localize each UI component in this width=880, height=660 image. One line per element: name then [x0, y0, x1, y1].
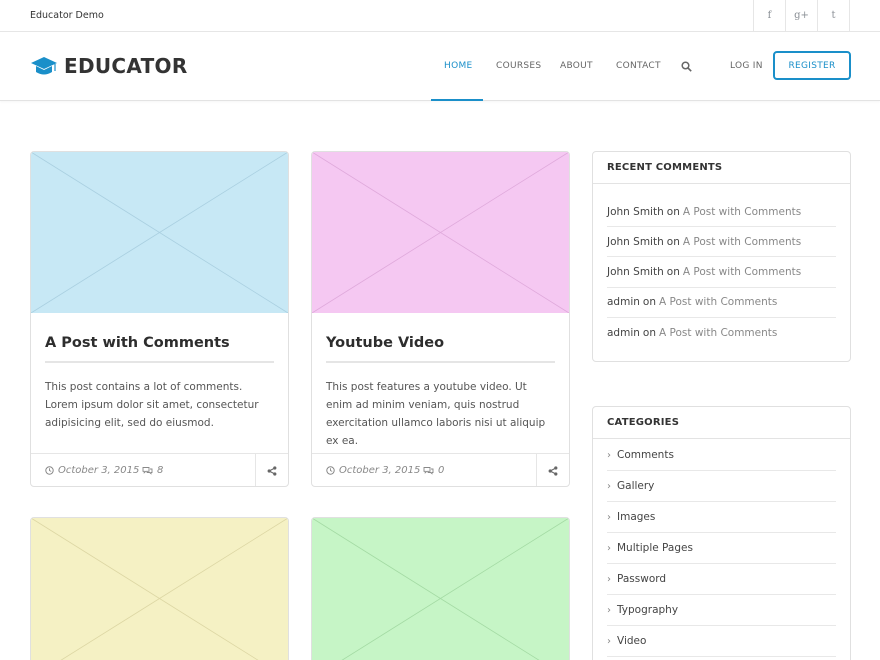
- widget-title: RECENT COMMENTS: [593, 152, 850, 184]
- post-card: Youtube Video This post features a youtu…: [311, 151, 570, 487]
- comment-post-link[interactable]: A Post with Comments: [683, 206, 801, 218]
- category-label: Typography: [617, 604, 679, 616]
- active-nav-indicator: [431, 99, 483, 101]
- post-title[interactable]: Youtube Video: [326, 335, 444, 351]
- list-item: John Smith on A Post with Comments: [607, 197, 836, 228]
- main-header: EDUCATOR HOME COURSES ABOUT CONTACT LOG …: [0, 32, 880, 101]
- category-item[interactable]: › Typography: [607, 595, 836, 626]
- category-item[interactable]: › Video: [607, 626, 836, 657]
- list-item: John Smith on A Post with Comments: [607, 227, 836, 258]
- share-button[interactable]: [536, 454, 569, 486]
- category-item[interactable]: › Comments: [607, 440, 836, 471]
- share-icon: [267, 465, 277, 476]
- comment-author: John Smith: [607, 235, 664, 248]
- google-plus-icon[interactable]: g+: [786, 0, 818, 31]
- post-comments[interactable]: 0: [423, 465, 444, 476]
- comment-on: on: [666, 235, 680, 248]
- title-divider: [326, 361, 555, 363]
- post-thumbnail[interactable]: [31, 518, 288, 660]
- post-date: October 3, 2015: [45, 465, 139, 476]
- site-name: Educator Demo: [30, 10, 104, 21]
- categories-widget: CATEGORIES › Comments › Gallery › Images › M…: [592, 406, 851, 660]
- categories-list: › Comments › Gallery › Images › Multiple Pag…: [593, 439, 850, 657]
- post-excerpt: This post features a youtube video. Ut e…: [326, 381, 546, 447]
- list-item: admin on A Post with Comments: [607, 288, 836, 318]
- post-card: [311, 517, 570, 660]
- comment-post-link[interactable]: A Post with Comments: [683, 266, 801, 278]
- category-item[interactable]: › Gallery: [607, 471, 836, 502]
- post-comment-count: 8: [157, 465, 164, 476]
- clock-icon: [45, 466, 54, 475]
- chevron-right-icon: ›: [607, 480, 611, 492]
- register-button[interactable]: REGISTER: [773, 51, 851, 80]
- post-thumbnail[interactable]: [312, 518, 569, 660]
- search-icon[interactable]: [681, 61, 692, 72]
- title-divider: [45, 361, 274, 363]
- comment-post-link[interactable]: A Post with Comments: [659, 327, 777, 339]
- category-label: Gallery: [617, 480, 655, 492]
- clock-icon: [326, 466, 335, 475]
- nav-contact[interactable]: CONTACT: [616, 61, 661, 71]
- social-links: f g+ t: [753, 0, 850, 32]
- nav-about[interactable]: ABOUT: [560, 61, 593, 71]
- comment-author: admin: [607, 296, 640, 309]
- comment-post-link[interactable]: A Post with Comments: [659, 296, 777, 308]
- comment-author: John Smith: [607, 265, 664, 278]
- category-label: Video: [617, 635, 647, 647]
- comment-author: John Smith: [607, 205, 664, 218]
- comment-post-link[interactable]: A Post with Comments: [683, 236, 801, 248]
- login-link[interactable]: LOG IN: [730, 61, 763, 71]
- twitter-icon[interactable]: t: [818, 0, 850, 31]
- share-button[interactable]: [255, 454, 288, 486]
- comments-icon: [142, 467, 153, 475]
- widget-title: CATEGORIES: [593, 407, 850, 439]
- comment-on: on: [666, 265, 680, 278]
- chevron-right-icon: ›: [607, 635, 611, 647]
- post-meta: October 3, 2015 0: [312, 453, 569, 486]
- chevron-right-icon: ›: [607, 449, 611, 461]
- post-thumbnail[interactable]: [31, 152, 288, 313]
- chevron-right-icon: ›: [607, 573, 611, 585]
- category-item[interactable]: › Images: [607, 502, 836, 533]
- comment-on: on: [666, 205, 680, 218]
- comment-author: admin: [607, 326, 640, 339]
- facebook-icon[interactable]: f: [754, 0, 786, 31]
- post-date-text: October 3, 2015: [339, 465, 421, 476]
- comments-icon: [423, 467, 434, 475]
- post-title[interactable]: A Post with Comments: [45, 335, 230, 351]
- comment-on: on: [642, 296, 656, 309]
- main-nav: HOME COURSES ABOUT CONTACT LOG IN: [0, 32, 880, 101]
- post-meta: October 3, 2015 8: [31, 453, 288, 486]
- comment-on: on: [642, 326, 656, 339]
- category-label: Images: [617, 511, 656, 523]
- recent-comments-list: John Smith on A Post with Comments John …: [593, 184, 850, 348]
- post-excerpt: This post contains a lot of comments. Lo…: [45, 381, 259, 429]
- category-item[interactable]: › Password: [607, 564, 836, 595]
- category-label: Comments: [617, 449, 674, 461]
- post-thumbnail[interactable]: [312, 152, 569, 313]
- top-bar: Educator Demo f g+ t: [0, 0, 880, 32]
- post-comments[interactable]: 8: [142, 465, 163, 476]
- category-label: Password: [617, 573, 667, 585]
- chevron-right-icon: ›: [607, 604, 611, 616]
- post-date: October 3, 2015: [326, 465, 420, 476]
- category-label: Multiple Pages: [617, 542, 693, 554]
- post-card: [30, 517, 289, 660]
- chevron-right-icon: ›: [607, 542, 611, 554]
- list-item: admin on A Post with Comments: [607, 318, 836, 348]
- nav-courses[interactable]: COURSES: [496, 61, 541, 71]
- share-icon: [548, 465, 558, 476]
- post-card: A Post with Comments This post contains …: [30, 151, 289, 487]
- post-date-text: October 3, 2015: [58, 465, 140, 476]
- recent-comments-widget: RECENT COMMENTS John Smith on A Post wit…: [592, 151, 851, 362]
- nav-home[interactable]: HOME: [444, 61, 473, 71]
- post-comment-count: 0: [438, 465, 445, 476]
- list-item: John Smith on A Post with Comments: [607, 257, 836, 288]
- chevron-right-icon: ›: [607, 511, 611, 523]
- category-item[interactable]: › Multiple Pages: [607, 533, 836, 564]
